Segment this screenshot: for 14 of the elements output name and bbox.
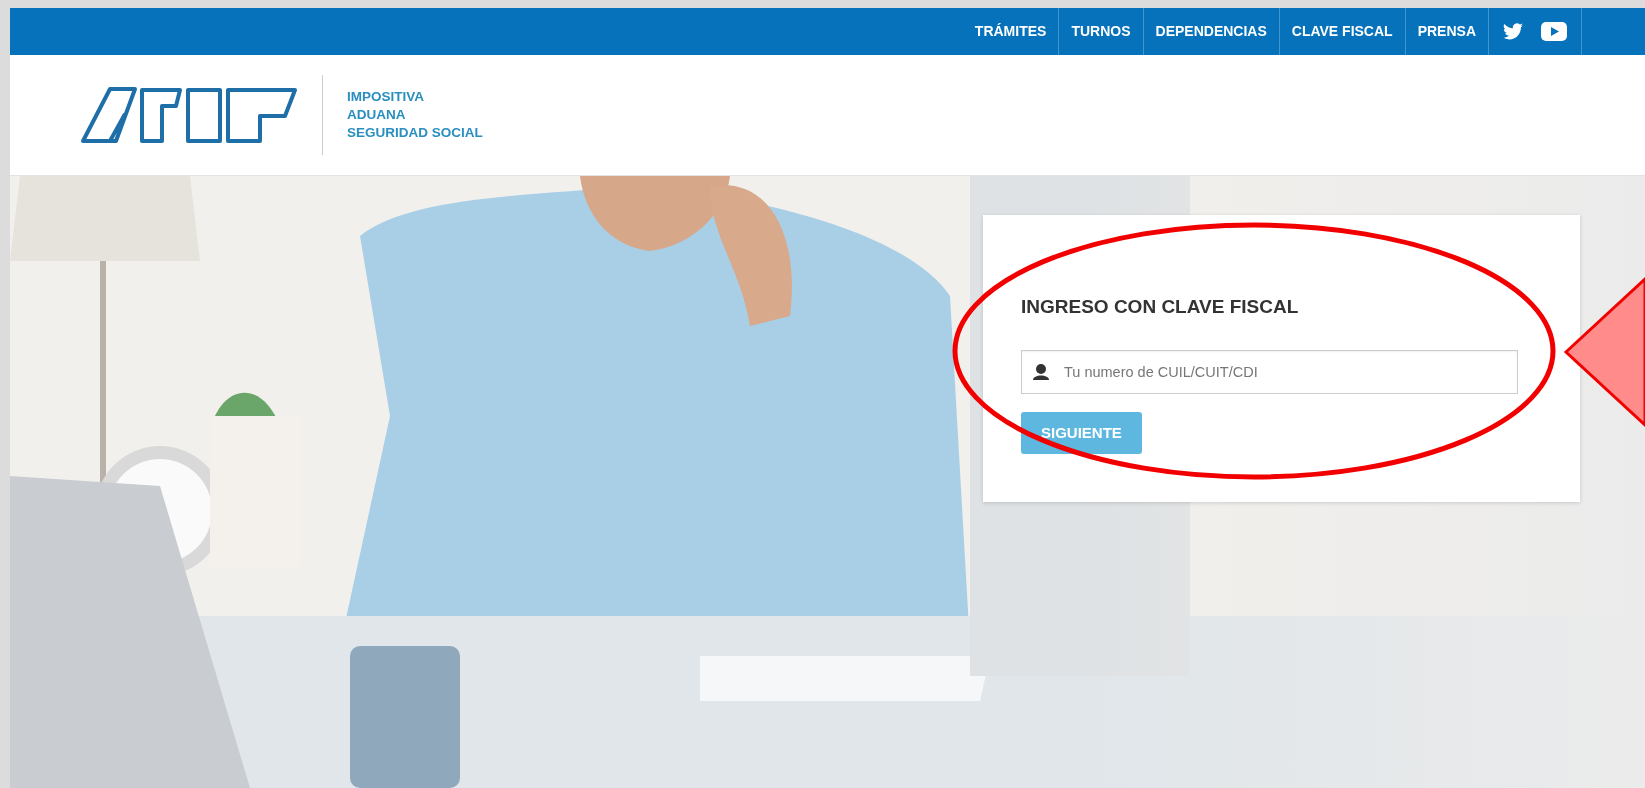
user-icon <box>1032 362 1050 380</box>
login-title: INGRESO CON CLAVE FISCAL <box>1021 295 1300 319</box>
cuit-input-field[interactable]: Tu numero de CUIL/CUIT/CDI <box>1021 349 1518 394</box>
tagline: SEGURIDAD SOCIAL <box>347 124 483 142</box>
tagline: ADUANA <box>347 106 407 124</box>
logo-icon <box>80 86 298 144</box>
twitter-bird-icon[interactable] <box>1503 23 1523 40</box>
nav-link[interactable]: TRÁMITES <box>962 8 1059 55</box>
play-icon[interactable] <box>1541 22 1567 41</box>
nav-link[interactable]: PRENSA <box>1404 8 1488 55</box>
nav-link[interactable]: TURNOS <box>1058 8 1143 55</box>
nav-link[interactable]: CLAVE FISCAL <box>1278 8 1405 55</box>
tagline: IMPOSITIVA <box>347 88 425 106</box>
nav-link[interactable]: DEPENDENCIAS <box>1142 8 1279 55</box>
